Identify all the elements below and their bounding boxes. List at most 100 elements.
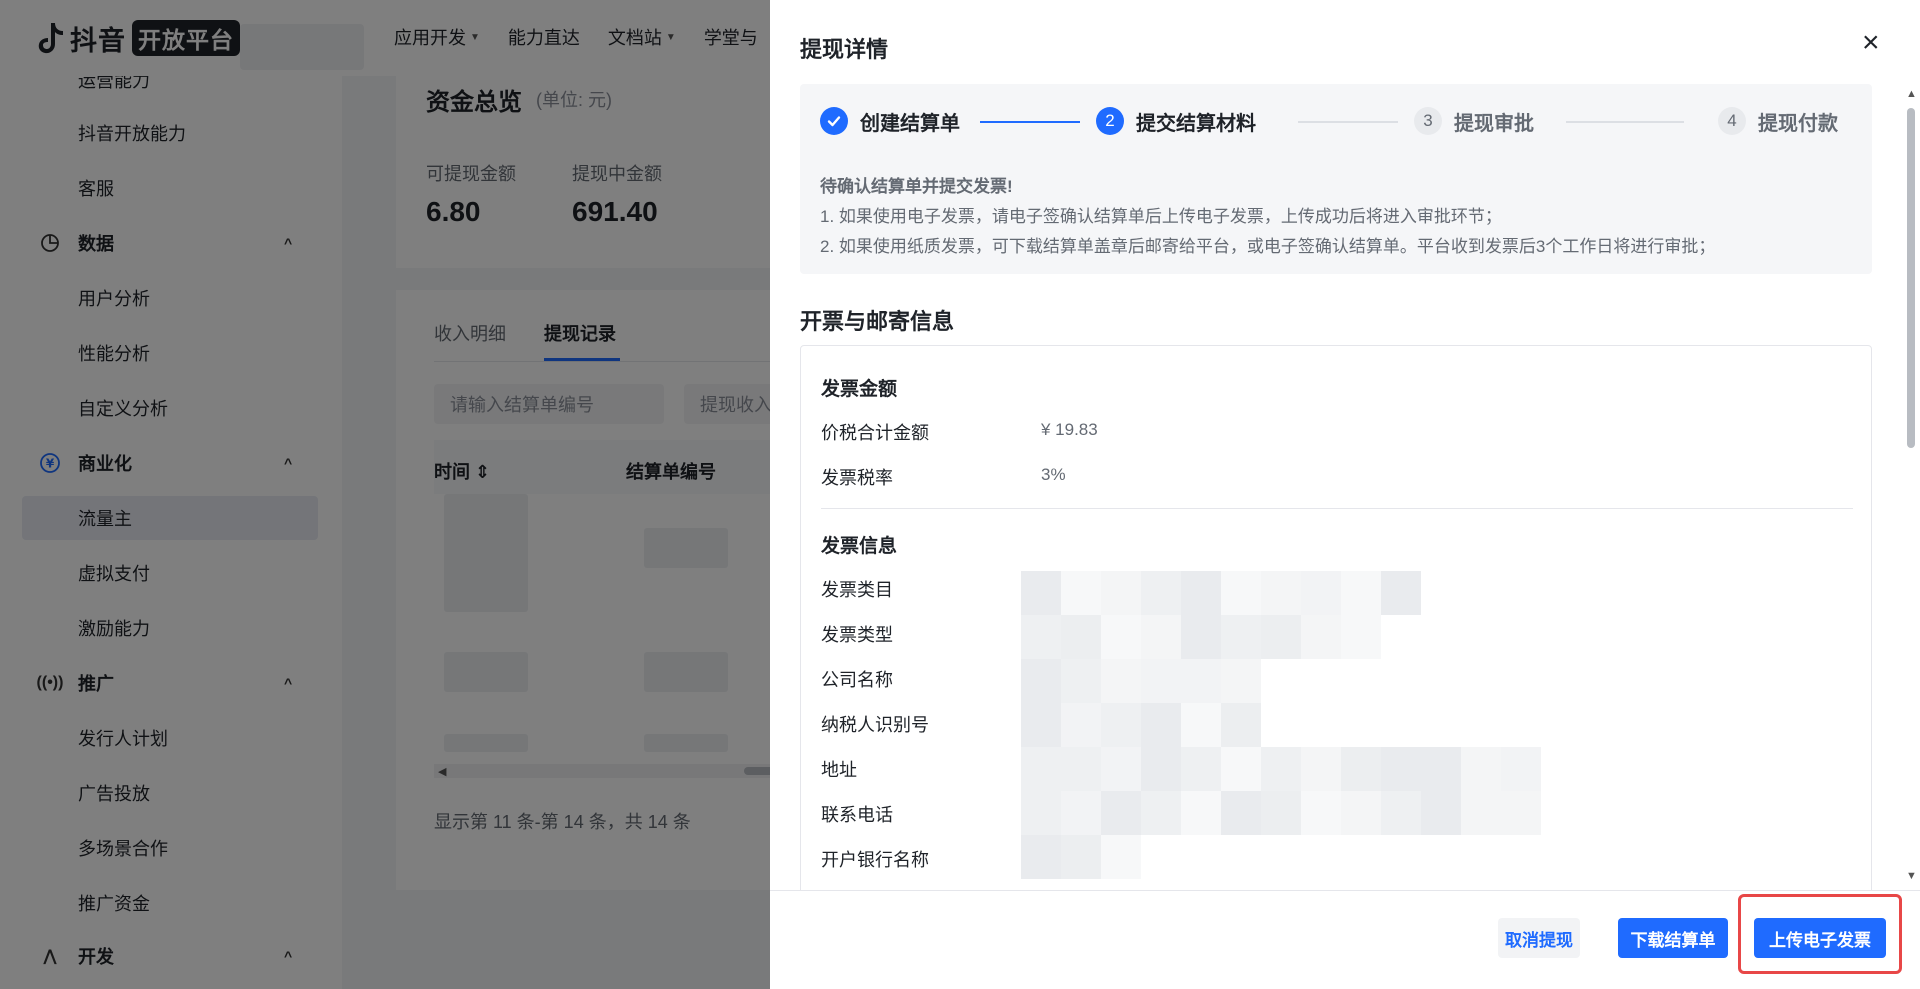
redaction-tile [1141, 791, 1181, 835]
download-statement-button[interactable]: 下载结算单 [1618, 918, 1728, 958]
redaction-tile [1101, 659, 1141, 703]
redacted-invoice-details [1021, 571, 1661, 881]
step-label: 提现审批 [1454, 112, 1534, 135]
phone-label: 联系电话 [821, 805, 893, 825]
bank-name-label: 开户银行名称 [821, 850, 929, 870]
redaction-tile [1021, 791, 1061, 835]
redaction-tile [1221, 747, 1261, 791]
total-amount-value: ¥ 19.83 [1041, 420, 1098, 439]
step-payment: 4 提现付款 [1718, 106, 1838, 136]
taxpayer-id-label: 纳税人识别号 [821, 715, 929, 735]
redaction-tile [1221, 703, 1261, 747]
redaction-tile [1181, 791, 1221, 835]
redaction-tile [1461, 747, 1501, 791]
redaction-tile [1061, 703, 1101, 747]
redaction-tile [1101, 835, 1141, 879]
step-label: 创建结算单 [860, 112, 960, 135]
step-create-statement: 创建结算单 [820, 106, 960, 136]
invoice-type-label: 发票类型 [821, 625, 893, 645]
redaction-tile [1061, 791, 1101, 835]
notice-line: 2. 如果使用纸质发票，可下载结算单盖章后邮寄给平台，或电子签确认结算单。平台收… [820, 237, 1716, 256]
redaction-tile [1501, 791, 1541, 835]
redaction-tile [1261, 791, 1301, 835]
redaction-tile [1021, 615, 1061, 659]
tax-rate-value: 3% [1041, 465, 1066, 484]
redaction-tile [1101, 747, 1141, 791]
redaction-tile [1021, 571, 1061, 615]
invoice-mail-section-title: 开票与邮寄信息 [800, 309, 955, 334]
redaction-tile [1301, 571, 1341, 615]
redaction-tile [1381, 747, 1421, 791]
redaction-tile [1061, 835, 1101, 879]
redaction-tile [1061, 615, 1101, 659]
step-submit-materials: 2 提交结算材料 [1096, 106, 1256, 136]
withdraw-detail-drawer: 提现详情 × 创建结算单 2 提交结算材料 3 提现审批 4 提现付款 待确认结… [770, 0, 1920, 989]
redaction-tile [1101, 703, 1141, 747]
notice-line: 1. 如果使用电子发票，请电子签确认结算单后上传电子发票，上传成功后将进入审批环… [820, 207, 1502, 226]
tax-rate-label: 发票税率 [821, 468, 893, 488]
redaction-tile [1221, 615, 1261, 659]
redaction-tile [1221, 571, 1261, 615]
redaction-tile [1261, 747, 1301, 791]
redaction-tile [1461, 791, 1501, 835]
step-number: 4 [1718, 107, 1746, 135]
redaction-tile [1421, 791, 1461, 835]
scroll-down-icon[interactable]: ▼ [1906, 870, 1917, 882]
redaction-tile [1501, 747, 1541, 791]
notice-title: 待确认结算单并提交发票! [820, 177, 1013, 196]
scroll-thumb[interactable] [1907, 108, 1915, 448]
step-connector [1298, 121, 1398, 123]
total-amount-label: 价税合计金额 [821, 423, 929, 443]
redaction-tile [1181, 703, 1221, 747]
redaction-tile [1141, 615, 1181, 659]
invoice-amount-title: 发票金额 [821, 379, 898, 400]
redaction-tile [1181, 747, 1221, 791]
redaction-tile [1341, 571, 1381, 615]
step-number: 3 [1414, 107, 1442, 135]
redaction-tile [1141, 659, 1181, 703]
section-divider [821, 508, 1853, 509]
redaction-tile [1261, 615, 1301, 659]
redaction-tile [1381, 791, 1421, 835]
invoice-info-title: 发票信息 [821, 536, 898, 557]
redaction-tile [1021, 659, 1061, 703]
redaction-tile [1261, 571, 1301, 615]
step-label: 提现付款 [1758, 112, 1838, 135]
redaction-tile [1141, 747, 1181, 791]
redaction-tile [1301, 791, 1341, 835]
redaction-tile [1181, 571, 1221, 615]
step-number: 2 [1096, 107, 1124, 135]
redaction-tile [1181, 659, 1221, 703]
redaction-tile [1381, 571, 1421, 615]
redaction-tile [1341, 615, 1381, 659]
cancel-withdraw-button[interactable]: 取消提现 [1498, 918, 1580, 958]
step-approval: 3 提现审批 [1414, 106, 1534, 136]
step-connector [1566, 121, 1684, 123]
redaction-tile [1101, 571, 1141, 615]
redaction-tile [1301, 615, 1341, 659]
address-label: 地址 [821, 760, 857, 780]
redaction-tile [1341, 791, 1381, 835]
redaction-tile [1221, 791, 1261, 835]
checkmark-icon [820, 107, 848, 135]
step-label: 提交结算材料 [1136, 112, 1256, 135]
upload-button-highlight [1738, 894, 1902, 974]
redaction-tile [1061, 571, 1101, 615]
drawer-title: 提现详情 [800, 37, 889, 62]
redaction-tile [1021, 747, 1061, 791]
redaction-tile [1101, 791, 1141, 835]
redaction-tile [1061, 659, 1101, 703]
scroll-up-icon[interactable]: ▲ [1906, 88, 1917, 100]
redaction-tile [1421, 747, 1461, 791]
close-icon[interactable]: × [1862, 28, 1880, 58]
redaction-tile [1341, 747, 1381, 791]
redaction-tile [1141, 571, 1181, 615]
redaction-tile [1061, 747, 1101, 791]
redaction-tile [1021, 835, 1061, 879]
drawer-vertical-scrollbar[interactable]: ▲ ▼ [1904, 88, 1918, 882]
invoice-info-box: 发票金额 价税合计金额 ¥ 19.83 发票税率 3% 发票信息 发票类目 发票… [800, 345, 1872, 905]
redaction-tile [1181, 615, 1221, 659]
redaction-tile [1301, 747, 1341, 791]
company-name-label: 公司名称 [821, 670, 893, 690]
invoice-category-label: 发票类目 [821, 580, 893, 600]
